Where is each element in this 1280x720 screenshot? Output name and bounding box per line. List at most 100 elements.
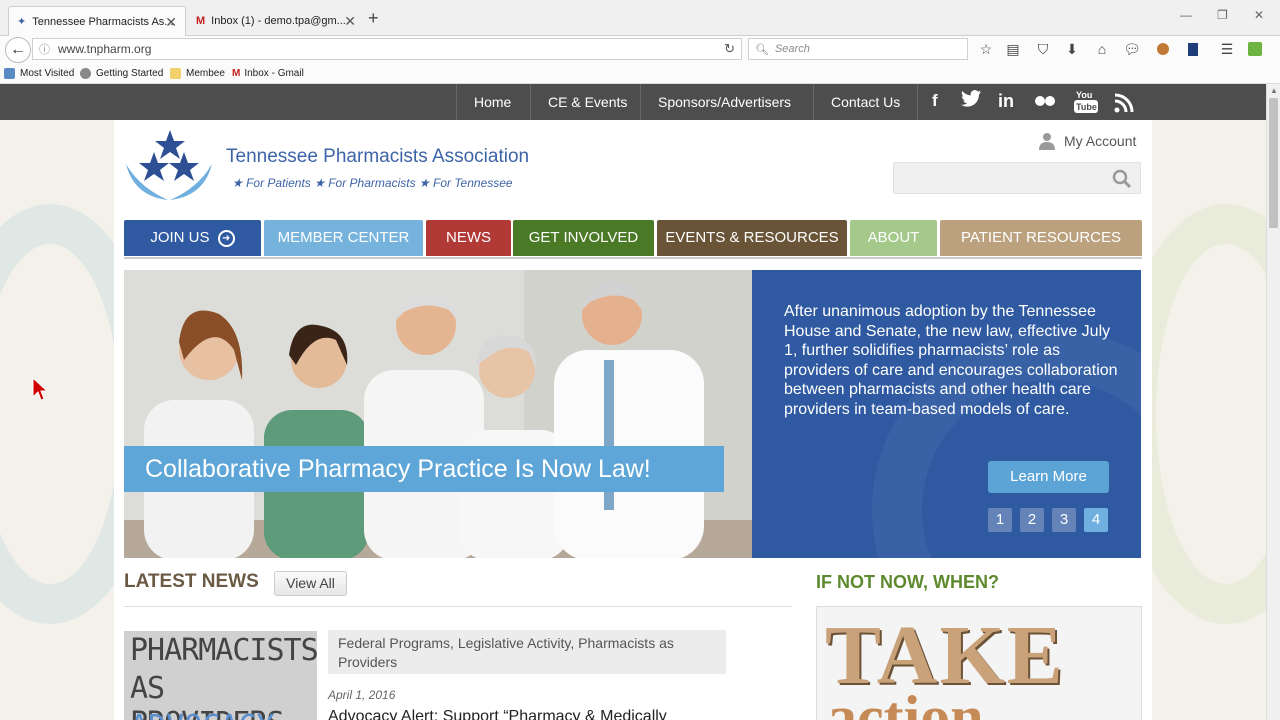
nav-join-us[interactable]: JOIN US ➜ [124,220,261,256]
twitter-icon[interactable] [960,89,982,114]
most-visited-icon [4,68,15,79]
url-text: www.tnpharm.org [58,42,152,56]
news-date: April 1, 2016 [328,688,396,702]
news-divider [124,606,792,607]
gmail-icon: M [232,68,241,79]
back-button[interactable]: ← [5,37,31,63]
tab-favicon-icon: ✦ [17,16,27,28]
extension-icon[interactable] [1154,40,1172,58]
site-search-input[interactable] [893,162,1141,194]
nav-get-involved[interactable]: GET INVOLVED [513,220,654,256]
nav-home[interactable]: Home [456,84,528,120]
scrollbar-thumb[interactable] [1269,98,1278,228]
browser-navbar: ← ⓘ www.tnpharm.org ↻ 🔍︎ Search ☆ ▤ ⛉ ⬇ … [0,36,1280,64]
close-tab-icon[interactable]: ✕ [344,13,356,30]
browser-search-input[interactable]: 🔍︎ Search [748,38,968,60]
banner-body: After unanimous adoption by the Tennesse… [784,303,1118,418]
nav-divider [124,257,1142,259]
news-thumbnail[interactable]: PHARMACISTS AS PROVIDERS ADVOCACY [124,631,317,720]
bookmark-star-icon[interactable]: ☆ [977,40,995,58]
web-page: Home CE & Events Sponsors/Advertisers Co… [0,84,1266,720]
sidebar-heading: IF NOT NOW, WHEN? [816,572,999,592]
home-icon[interactable]: ⌂ [1093,40,1111,58]
slide-3-button[interactable]: 3 [1052,508,1076,532]
tab-tnpharm[interactable]: ✦ Tennessee Pharmacists As... ✕ [8,6,186,36]
news-headline-link[interactable]: Advocacy Alert: Support “Pharmacy & Medi… [328,708,667,720]
nav-about[interactable]: ABOUT [850,220,937,256]
nav-label: JOIN US [150,229,210,246]
restore-icon[interactable]: ❐ [1217,8,1228,22]
reading-list-icon[interactable]: ▤ [1004,40,1022,58]
tab-gmail[interactable]: M Inbox (1) - demo.tpa@gm... ✕ [188,6,364,36]
bookmark-membee[interactable]: Membee [170,68,225,79]
bookmark-getting-started[interactable]: Getting Started [80,68,163,79]
nav-events-resources[interactable]: EVENTS & RESOURCES [657,220,847,256]
addon-icon[interactable] [1246,40,1264,58]
vertical-scrollbar[interactable]: ▲ [1266,84,1280,720]
new-tab-icon[interactable]: + [368,8,379,29]
bookmarks-toolbar: Most Visited Getting Started Membee M In… [0,64,1280,84]
nav-sponsors[interactable]: Sponsors/Advertisers [640,84,808,120]
bookmark-label: Getting Started [96,68,164,79]
chat-icon[interactable]: 💬︎ [1123,40,1141,58]
top-navigation: Home CE & Events Sponsors/Advertisers Co… [0,84,1266,120]
thumb-text: ADVOCACY [130,709,275,720]
search-icon: 🔍︎ [755,43,769,56]
search-placeholder: Search [774,43,810,55]
logo-stars-icon[interactable] [124,126,214,204]
url-bar[interactable]: ⓘ www.tnpharm.org ↻ [32,38,742,60]
thumb-text: PHARMACISTS [130,633,317,668]
pocket-icon[interactable]: ⛉ [1034,40,1052,58]
linkedin-icon[interactable]: in [998,91,1014,112]
user-icon [1039,133,1055,150]
nav-contact-us[interactable]: Contact Us [813,84,919,120]
scroll-up-icon[interactable]: ▲ [1270,86,1278,95]
close-window-icon[interactable]: ✕ [1254,8,1264,22]
news-categories[interactable]: Federal Programs, Legislative Activity, … [328,630,726,674]
svg-text:Tube: Tube [1076,102,1097,112]
my-account-link[interactable]: My Account [1038,132,1136,150]
gmail-icon: M [196,15,206,27]
latest-news-heading: LATEST NEWS [124,571,259,592]
page-container: Tennessee Pharmacists Association ★ For … [114,120,1152,720]
reload-icon[interactable]: ↻ [724,41,735,57]
download-icon[interactable]: ⬇ [1063,40,1081,58]
bookmark-label: Inbox - Gmail [244,68,304,79]
rss-icon[interactable] [1114,93,1134,118]
view-all-button[interactable]: View All [274,571,347,596]
take-action-image[interactable]: TAKE action [816,606,1142,720]
nav-news[interactable]: NEWS [426,220,511,256]
slide-2-button[interactable]: 2 [1020,508,1044,532]
image-text: action [827,684,984,720]
bookmark-most-visited[interactable]: Most Visited [4,68,74,79]
folder-icon [170,68,181,79]
banner-headline[interactable]: Collaborative Pharmacy Practice Is Now L… [124,446,724,492]
banner-text-panel: After unanimous adoption by the Tennesse… [752,270,1141,558]
nav-ce-events[interactable]: CE & Events [530,84,644,120]
account-label: My Account [1064,133,1137,149]
menu-icon[interactable]: ☰ [1218,40,1236,58]
nav-member-center[interactable]: MEMBER CENTER [264,220,423,256]
slide-1-button[interactable]: 1 [988,508,1012,532]
bookmark-label: Membee [186,68,225,79]
tagline: ★ For Patients ★ For Pharmacists ★ For T… [232,176,513,190]
svg-text:You: You [1076,90,1092,100]
bookmark-icon[interactable] [1184,40,1202,58]
slide-4-button[interactable]: 4 [1084,508,1108,532]
bookmark-gmail[interactable]: M Inbox - Gmail [232,68,304,79]
minimize-icon[interactable]: — [1180,8,1192,22]
org-name[interactable]: Tennessee Pharmacists Association [226,146,529,168]
nav-patient-resources[interactable]: PATIENT RESOURCES [940,220,1142,256]
arrow-circle-icon: ➜ [217,230,235,247]
search-icon[interactable] [1112,169,1132,189]
youtube-icon[interactable]: You Tube [1074,88,1098,119]
hero-banner: After unanimous adoption by the Tennesse… [124,270,1141,558]
info-icon[interactable]: ⓘ [39,41,50,57]
flickr-icon[interactable] [1034,93,1056,114]
learn-more-button[interactable]: Learn More [988,461,1109,493]
browser-tabbar: ✦ Tennessee Pharmacists As... ✕ M Inbox … [0,0,1280,36]
facebook-icon[interactable]: f [932,91,938,111]
tab-title: Tennessee Pharmacists As... [32,15,174,28]
banner-photo [124,270,752,558]
close-tab-icon[interactable]: ✕ [165,14,177,31]
